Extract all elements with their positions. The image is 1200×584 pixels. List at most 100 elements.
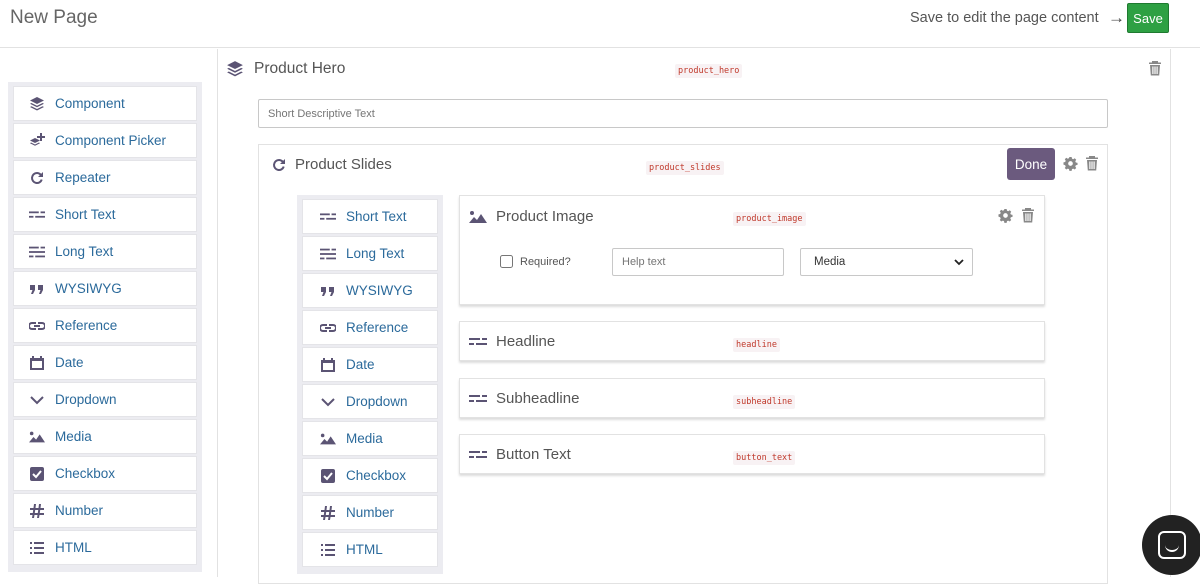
palette-item-label: HTML [346, 542, 383, 557]
field-title: Button Text [496, 446, 571, 463]
quote-icon [319, 282, 337, 300]
palette-item-wysiwyg[interactable]: WYSIWYG [302, 273, 438, 308]
palette-item-label: Date [55, 355, 84, 370]
gear-icon[interactable] [1063, 156, 1078, 171]
top-bar: New Page Save to edit the page content →… [0, 0, 1200, 48]
calendar-icon [28, 354, 46, 372]
palette-item-reference[interactable]: Reference [302, 310, 438, 345]
save-button[interactable]: Save [1127, 3, 1169, 33]
palette-item-label: Checkbox [346, 468, 407, 483]
palette-item-date[interactable]: Date [302, 347, 438, 382]
hash-icon [319, 504, 337, 522]
palette-item-html[interactable]: HTML [302, 532, 438, 567]
repeater-field-palette: Short Text Long Text WYSIWYG Reference Date D… [297, 195, 443, 574]
short-text-icon [28, 206, 46, 224]
palette-item-label: Component Picker [55, 133, 167, 148]
palette-item-component-picker[interactable]: Component Picker [13, 123, 197, 158]
palette-item-number[interactable]: Number [302, 495, 438, 530]
palette-item-html[interactable]: HTML [13, 530, 197, 565]
trash-icon[interactable] [1021, 207, 1035, 223]
field-key: subheadline [733, 395, 796, 409]
trash-icon[interactable] [1148, 60, 1162, 76]
image-icon [28, 428, 46, 446]
palette-item-dropdown[interactable]: Dropdown [302, 384, 438, 419]
palette-item-label: Long Text [346, 246, 405, 261]
palette-item-checkbox[interactable]: Checkbox [13, 456, 197, 491]
component-key: product_hero [675, 64, 743, 78]
done-button[interactable]: Done [1007, 148, 1055, 180]
checkbox-icon [319, 467, 337, 485]
palette-item-repeater[interactable]: Repeater [13, 160, 197, 195]
palette-item-label: Repeater [55, 170, 111, 185]
palette-item-dropdown[interactable]: Dropdown [13, 382, 197, 417]
chevron-down-icon [28, 391, 46, 409]
palette-item-media[interactable]: Media [302, 421, 438, 456]
palette-item-label: Short Text [55, 207, 116, 222]
palette-item-label: Short Text [346, 209, 407, 224]
palette-item-long-text[interactable]: Long Text [13, 234, 197, 269]
repeater-key: product_slides [646, 161, 724, 175]
link-icon [28, 317, 46, 335]
required-checkbox-label[interactable]: Required? [500, 255, 571, 268]
repeat-icon [28, 169, 46, 187]
chevron-down-icon [954, 257, 964, 267]
short-descriptive-text-input[interactable] [258, 99, 1108, 128]
field-title: Subheadline [496, 390, 580, 407]
field-headline: Headline headline [459, 321, 1045, 361]
palette-item-label: Long Text [55, 244, 114, 259]
checkbox-icon [28, 465, 46, 483]
palette-item-wysiwyg[interactable]: WYSIWYG [13, 271, 197, 306]
palette-item-label: Checkbox [55, 466, 116, 481]
palette-item-reference[interactable]: Reference [13, 308, 197, 343]
field-type-value: Media [814, 256, 846, 268]
image-icon [319, 430, 337, 448]
palette-item-label: WYSIWYG [55, 281, 122, 296]
palette-item-short-text[interactable]: Short Text [13, 197, 197, 232]
palette-item-media[interactable]: Media [13, 419, 197, 454]
field-subheadline: Subheadline subheadline [459, 378, 1045, 418]
short-text-icon [469, 335, 487, 347]
page-title: New Page [10, 7, 98, 28]
palette-item-label: Number [55, 503, 104, 518]
palette-item-checkbox[interactable]: Checkbox [302, 458, 438, 493]
chat-widget-button[interactable] [1142, 515, 1200, 575]
quote-icon [28, 280, 46, 298]
palette-item-label: Component [55, 96, 125, 111]
layers-add-icon [28, 132, 46, 150]
trash-icon[interactable] [1085, 155, 1099, 171]
component-title: Product Hero [254, 60, 346, 77]
gear-icon[interactable] [998, 208, 1013, 223]
field-type-select[interactable]: Media [800, 248, 973, 276]
field-key: button_text [733, 451, 796, 465]
image-icon [469, 210, 487, 224]
field-key: headline [733, 338, 780, 352]
required-checkbox[interactable] [500, 255, 513, 268]
field-title: Product Image [496, 208, 594, 225]
short-text-icon [319, 208, 337, 226]
help-text-input[interactable] [612, 248, 784, 276]
palette-item-label: WYSIWYG [346, 283, 413, 298]
palette-item-label: HTML [55, 540, 92, 555]
palette-item-number[interactable]: Number [13, 493, 197, 528]
palette-item-long-text[interactable]: Long Text [302, 236, 438, 271]
palette-item-label: Reference [346, 320, 409, 335]
palette-item-short-text[interactable]: Short Text [302, 199, 438, 234]
layers-icon [28, 95, 46, 113]
palette-item-label: Dropdown [55, 392, 117, 407]
short-text-icon [469, 448, 487, 460]
palette-item-date[interactable]: Date [13, 345, 197, 380]
field-key: product_image [733, 212, 806, 226]
calendar-icon [319, 356, 337, 374]
hash-icon [28, 502, 46, 520]
link-icon [319, 319, 337, 337]
repeater-title: Product Slides [295, 156, 392, 173]
field-palette: Component Component Picker Repeater Short T… [8, 82, 202, 572]
chevron-down-icon [319, 393, 337, 411]
palette-item-label: Media [346, 431, 383, 446]
field-product-image: Product Image product_image Required? Me… [459, 195, 1045, 305]
palette-item-label: Media [55, 429, 92, 444]
palette-item-label: Date [346, 357, 375, 372]
repeat-icon [271, 157, 287, 173]
long-text-icon [319, 245, 337, 263]
palette-item-component[interactable]: Component [13, 86, 197, 121]
